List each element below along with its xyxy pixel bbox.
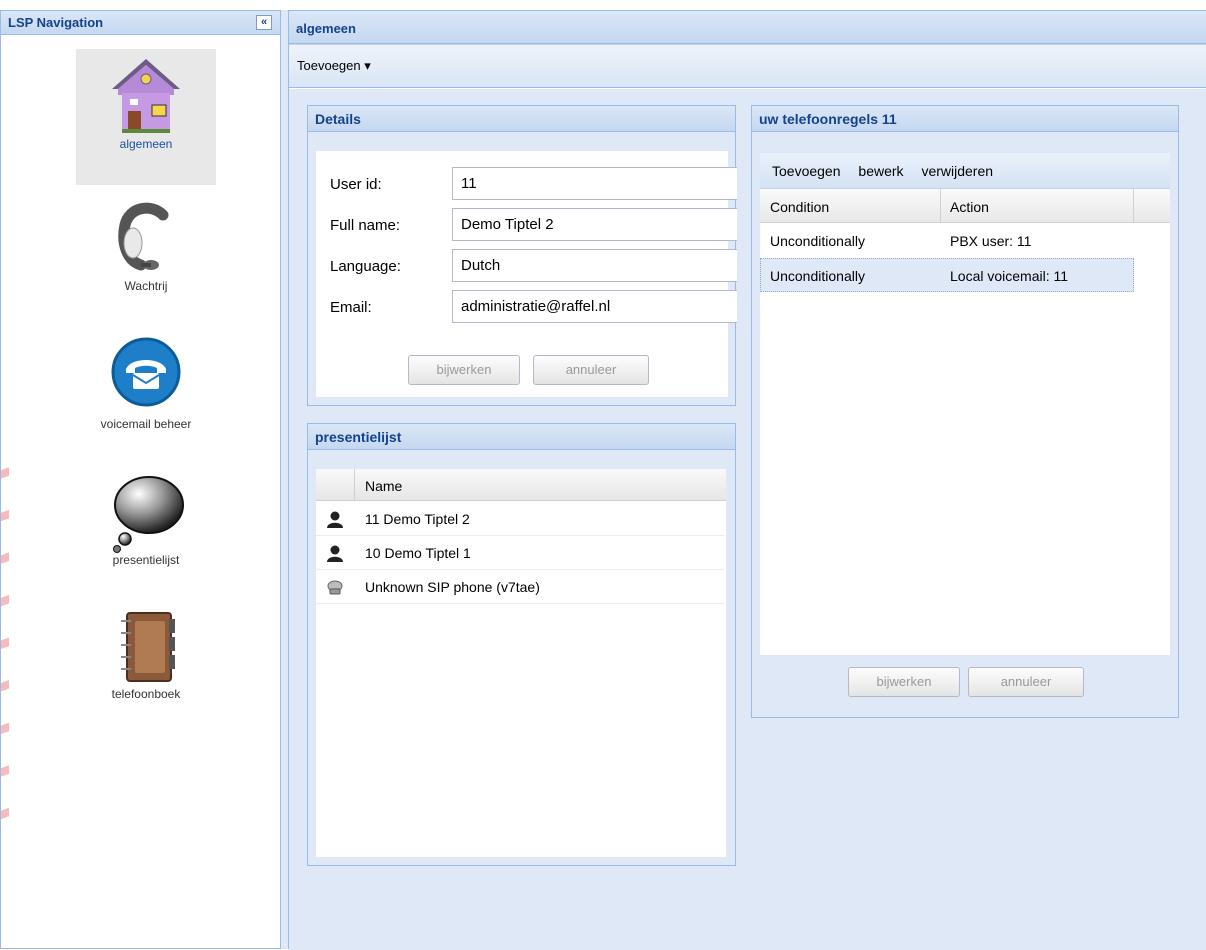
- main-toolbar: Toevoegen ▾: [289, 44, 1206, 88]
- field-label: Full name:: [330, 217, 401, 234]
- list-item[interactable]: 11 Demo Tiptel 2: [316, 502, 724, 536]
- nav-item-label: Wachtrij: [124, 279, 168, 293]
- presence-panel: presentielijst Name 11 Demo Tiptel 2 10 …: [307, 423, 736, 866]
- splitter[interactable]: [281, 10, 289, 949]
- full-name-field[interactable]: Demo Tiptel 2: [452, 208, 737, 241]
- phone-icon: [111, 337, 181, 407]
- column-header-condition[interactable]: Condition: [770, 199, 829, 215]
- rules-toolbar: Toevoegen bewerk verwijderen: [760, 153, 1170, 189]
- language-field[interactable]: Dutch: [452, 249, 737, 282]
- main-panel: algemeen Toevoegen ▾ Details User id: 11…: [289, 10, 1206, 950]
- edit-rule-button[interactable]: bewerk: [858, 163, 903, 179]
- user-id-field[interactable]: 11: [452, 167, 737, 200]
- nav-item-label: presentielijst: [112, 553, 180, 567]
- list-item[interactable]: 10 Demo Tiptel 1: [316, 536, 724, 570]
- decorative-stripe: [1, 451, 9, 831]
- page-title: algemeen: [289, 11, 1206, 44]
- user-icon: [327, 511, 343, 528]
- add-rule-button[interactable]: Toevoegen: [772, 163, 841, 179]
- grid-header: Condition Action: [760, 189, 1170, 223]
- nav-header: LSP Navigation «: [1, 11, 280, 35]
- form-row-email: Email: administratie@raffel.nl: [330, 290, 750, 324]
- list-item[interactable]: Unknown SIP phone (v7tae): [316, 570, 724, 604]
- table-row-selected[interactable]: Unconditionally Local voicemail: 11: [760, 258, 1134, 292]
- nav-item-label: telefoonboek: [111, 687, 181, 701]
- nav-item-presentielijst[interactable]: presentielijst: [76, 465, 216, 567]
- headset-icon: [118, 202, 169, 271]
- add-menu-button[interactable]: Toevoegen ▾: [297, 58, 371, 73]
- presence-grid: Name 11 Demo Tiptel 2 10 Demo Tiptel 1 U…: [316, 469, 726, 857]
- nav-item-telefoonboek[interactable]: telefoonboek: [76, 603, 216, 701]
- nav-item-label: algemeen: [119, 137, 173, 151]
- nav-item-voicemail-beheer[interactable]: voicemail beheer: [76, 329, 216, 431]
- nav-title: LSP Navigation: [8, 15, 104, 30]
- update-button[interactable]: bijwerken: [408, 355, 520, 385]
- rules-panel: uw telefoonregels 11 Toevoegen bewerk ve…: [751, 105, 1179, 718]
- cancel-button[interactable]: annuleer: [533, 355, 649, 385]
- field-label: Language:: [330, 258, 401, 275]
- nav-item-label: voicemail beheer: [100, 417, 192, 431]
- table-row[interactable]: Unconditionally PBX user: 11: [760, 224, 1134, 258]
- speech-bubble-icon: [113, 476, 184, 553]
- form-row-language: Language: Dutch: [330, 249, 750, 283]
- navigation-panel: LSP Navigation « algemeen Wachtrij voice…: [0, 10, 281, 949]
- sip-phone-icon: [327, 580, 343, 595]
- collapse-icon[interactable]: «: [256, 15, 272, 30]
- details-panel: Details User id: 11 Full name: Demo Tipt…: [307, 105, 737, 406]
- nav-item-algemeen[interactable]: algemeen: [76, 49, 216, 185]
- details-form: User id: 11 Full name: Demo Tiptel 2 Lan…: [316, 151, 737, 397]
- grid-header: Name: [316, 469, 726, 501]
- delete-rule-button[interactable]: verwijderen: [921, 163, 993, 179]
- rules-grid: Toevoegen bewerk verwijderen Condition A…: [760, 153, 1170, 655]
- column-header-action[interactable]: Action: [950, 199, 989, 215]
- column-header-name[interactable]: Name: [365, 478, 402, 494]
- rules-cancel-button[interactable]: annuleer: [968, 667, 1084, 697]
- form-row-user-id: User id: 11: [330, 167, 750, 201]
- house-icon: [112, 59, 180, 133]
- rules-title: uw telefoonregels 11: [752, 106, 1178, 132]
- field-label: User id:: [330, 176, 382, 193]
- form-row-full-name: Full name: Demo Tiptel 2: [330, 208, 750, 242]
- field-label: Email:: [330, 299, 372, 316]
- content-area: Details User id: 11 Full name: Demo Tipt…: [289, 89, 1206, 950]
- address-book-icon: [121, 612, 175, 682]
- rules-update-button[interactable]: bijwerken: [848, 667, 960, 697]
- user-icon: [327, 545, 343, 562]
- email-field[interactable]: administratie@raffel.nl: [452, 290, 737, 323]
- nav-item-wachtrij[interactable]: Wachtrij: [76, 193, 216, 293]
- presence-title: presentielijst: [308, 424, 735, 450]
- details-title: Details: [308, 106, 735, 132]
